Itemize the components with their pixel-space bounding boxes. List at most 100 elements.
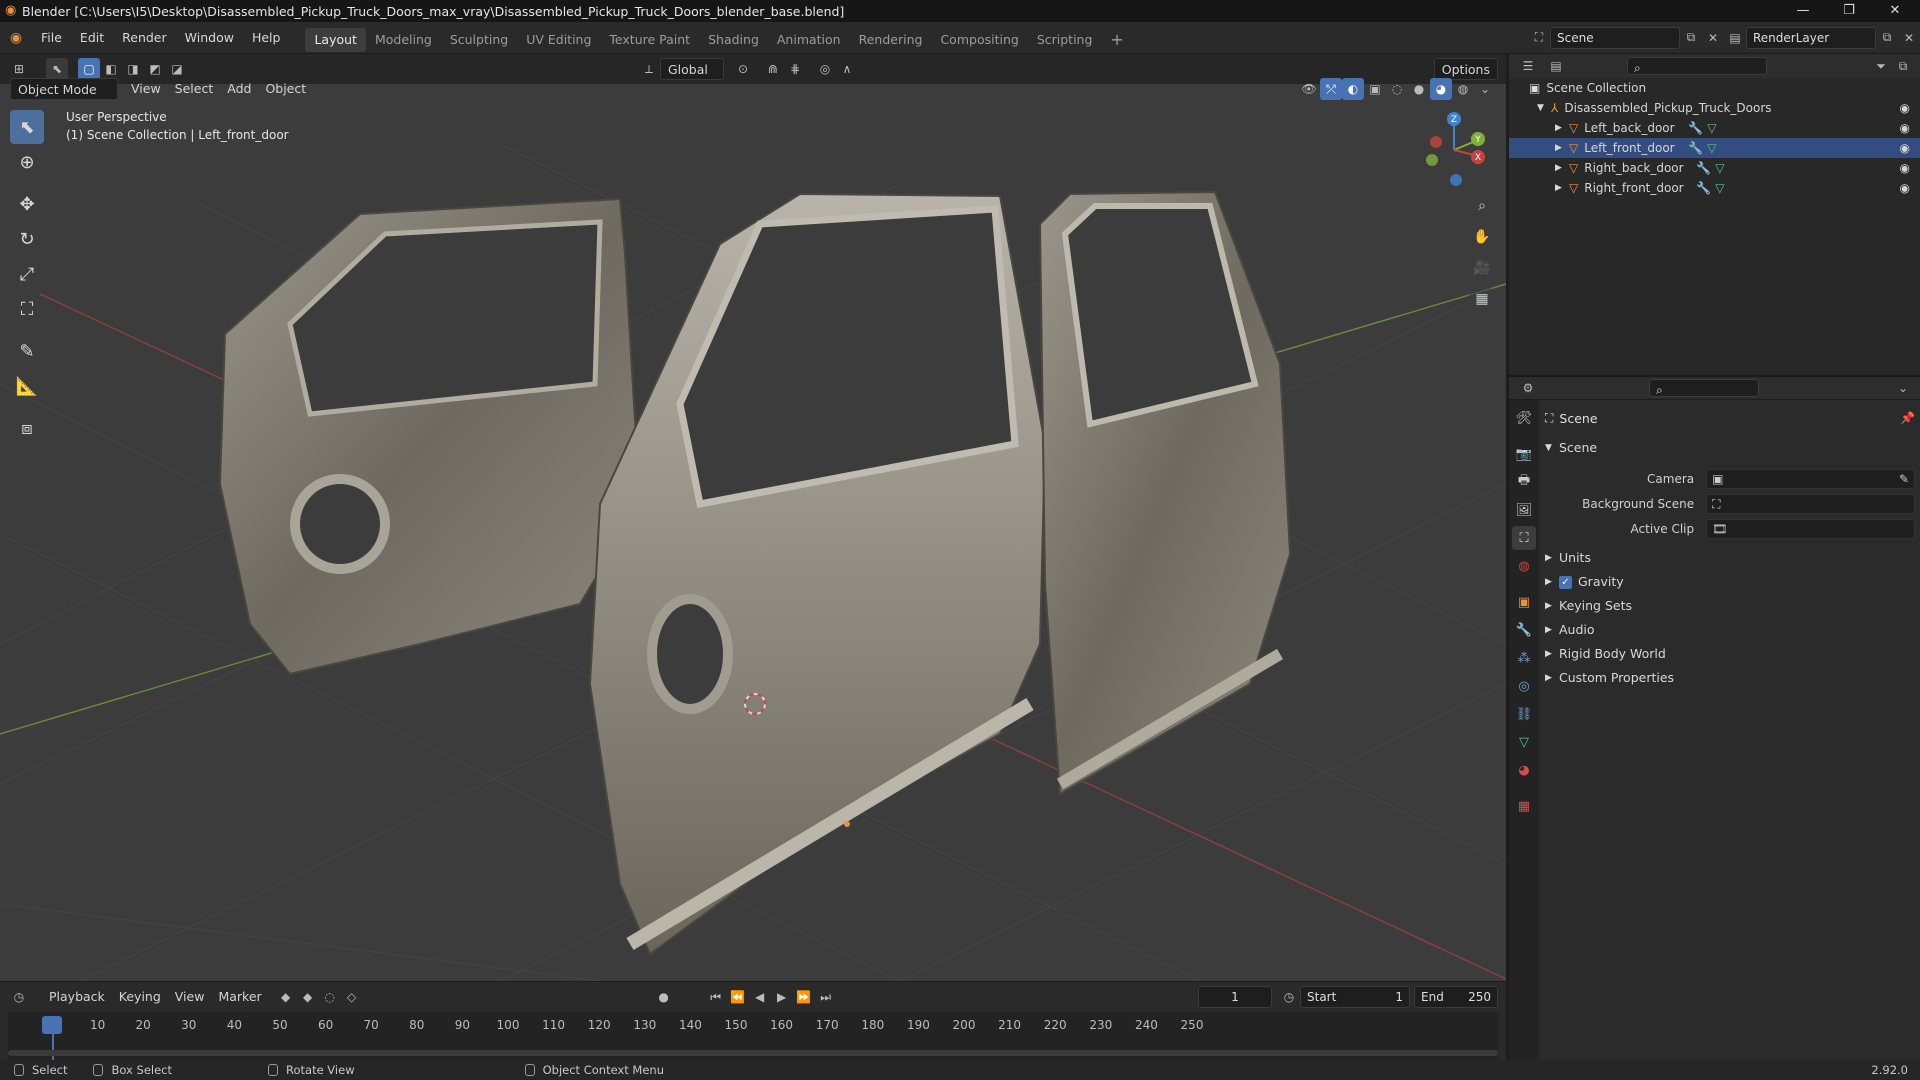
solid-shading-icon[interactable]: ●: [1408, 78, 1430, 100]
move-tool-icon[interactable]: ✥: [10, 187, 44, 221]
delete-scene-icon[interactable]: ✕: [1702, 27, 1724, 49]
menu-help[interactable]: Help: [243, 22, 290, 54]
jump-start-icon[interactable]: ⏮: [705, 986, 727, 1008]
render-tab-icon[interactable]: 📷: [1512, 442, 1536, 466]
timeline-scrubber[interactable]: 1102030405060708090100110120130140150160…: [8, 1012, 1498, 1060]
select-box-tool-icon[interactable]: ⬉: [10, 110, 44, 144]
visibility-eye-icon[interactable]: ◉: [1900, 158, 1910, 178]
scene-icon[interactable]: ⛶: [1528, 27, 1550, 49]
scale-tool-icon[interactable]: ⤢: [10, 257, 44, 291]
filter-icon[interactable]: ⏷: [1870, 55, 1892, 77]
constraints-tab-icon[interactable]: ⛓: [1512, 702, 1536, 726]
navigation-gizmo[interactable]: Z Y X: [1416, 110, 1494, 188]
new-scene-icon[interactable]: ⧉: [1680, 27, 1702, 49]
panel-gravity[interactable]: ▶ ✓ Gravity: [1545, 570, 1915, 594]
outliner-object-row[interactable]: ▶ ▽ Right_back_door 🔧 ▽ ◉: [1509, 158, 1920, 178]
keyframe-next-icon[interactable]: ◆: [297, 986, 319, 1008]
panel-units[interactable]: ▶ Units: [1545, 546, 1915, 570]
visibility-eye-icon[interactable]: ◉: [1900, 118, 1910, 138]
output-tab-icon[interactable]: 🖶: [1512, 470, 1536, 494]
visibility-eye-icon[interactable]: ◉: [1900, 138, 1910, 158]
jump-keyframe-back-icon[interactable]: ⏪: [727, 986, 749, 1008]
tab-sculpting[interactable]: Sculpting: [441, 28, 517, 52]
collapse-arrow-icon[interactable]: ▼: [1537, 98, 1551, 118]
door-mesh-left-back[interactable]: [218, 197, 642, 676]
menu-add[interactable]: Add: [220, 78, 258, 100]
keyframe-prev-icon[interactable]: ◆: [275, 986, 297, 1008]
modifier-wrench-icon[interactable]: 🔧: [1696, 178, 1711, 198]
overlays-toggle-icon[interactable]: ◐: [1342, 78, 1364, 100]
ortho-grid-icon[interactable]: ▦: [1468, 285, 1496, 313]
outliner-scene-collection[interactable]: ▣ Scene Collection: [1509, 78, 1920, 98]
record-icon[interactable]: ●: [653, 986, 675, 1008]
add-cube-tool-icon[interactable]: ⧈: [10, 411, 44, 445]
menu-marker[interactable]: Marker: [211, 986, 268, 1008]
background-scene-field[interactable]: ⛶: [1706, 494, 1915, 514]
visibility-eye-icon[interactable]: ◉: [1900, 178, 1910, 198]
outliner-object-row-active[interactable]: ▶ ▽ Left_front_door 🔧 ▽ ◉: [1509, 138, 1920, 158]
cursor-tool-icon[interactable]: ⊕: [10, 145, 44, 179]
panel-keying-sets[interactable]: ▶ Keying Sets: [1545, 594, 1915, 618]
tab-shading[interactable]: Shading: [699, 28, 768, 52]
modifier-wrench-icon[interactable]: 🔧: [1688, 118, 1703, 138]
view-layer-selector[interactable]: RenderLayer: [1746, 26, 1876, 49]
tab-scripting[interactable]: Scripting: [1028, 28, 1102, 52]
view-layer-tab-icon[interactable]: 🖼: [1512, 498, 1536, 522]
camera-field[interactable]: ▣ ✎: [1706, 469, 1915, 489]
maximize-button[interactable]: ❐: [1826, 0, 1872, 22]
modifiers-tab-icon[interactable]: 🔧: [1512, 618, 1536, 642]
pan-hand-icon[interactable]: ✋: [1468, 223, 1496, 251]
play-icon[interactable]: ▶: [771, 986, 793, 1008]
xray-toggle-icon[interactable]: ▣: [1364, 78, 1386, 100]
expand-arrow-icon[interactable]: ▶: [1555, 138, 1569, 158]
close-button[interactable]: ✕: [1872, 0, 1918, 22]
gravity-checkbox[interactable]: ✓: [1559, 575, 1572, 589]
pin-icon[interactable]: 📌: [1900, 411, 1915, 425]
blender-menu-icon[interactable]: ◉: [0, 30, 32, 46]
mesh-data-icon[interactable]: ▽: [1715, 178, 1724, 198]
menu-render[interactable]: Render: [113, 22, 176, 54]
panel-scene-header[interactable]: ▼ Scene: [1545, 436, 1915, 460]
transform-tool-icon[interactable]: ⛶: [10, 292, 44, 326]
material-shading-icon[interactable]: ◕: [1430, 78, 1452, 100]
outliner-object-row[interactable]: ▶ ▽ Right_front_door 🔧 ▽ ◉: [1509, 178, 1920, 198]
3d-viewport[interactable]: User Perspective (1) Scene Collection | …: [0, 84, 1506, 981]
material-tab-icon[interactable]: ◕: [1512, 758, 1536, 782]
panel-audio[interactable]: ▶ Audio: [1545, 618, 1915, 642]
active-clip-field[interactable]: 🎞: [1706, 519, 1915, 539]
world-tab-icon[interactable]: ◍: [1512, 554, 1536, 578]
add-workspace-icon[interactable]: +: [1101, 28, 1132, 52]
clock-icon[interactable]: ◷: [1278, 986, 1300, 1008]
object-tab-icon[interactable]: ▣: [1512, 590, 1536, 614]
menu-file[interactable]: File: [32, 22, 71, 54]
texture-tab-icon[interactable]: ▦: [1512, 794, 1536, 818]
scene-selector[interactable]: Scene: [1550, 26, 1680, 49]
tab-rendering[interactable]: Rendering: [850, 28, 932, 52]
scene-tab-icon[interactable]: ⛶: [1512, 526, 1536, 550]
shading-options-icon[interactable]: ⌄: [1474, 78, 1496, 100]
eyedropper-icon[interactable]: ✎: [1899, 472, 1909, 486]
properties-search-input[interactable]: ⌕: [1649, 379, 1759, 397]
keyframe-insert-icon[interactable]: ◇: [341, 986, 363, 1008]
current-frame-field[interactable]: 1: [1198, 986, 1272, 1008]
particles-tab-icon[interactable]: ⁂: [1512, 646, 1536, 670]
tab-animation[interactable]: Animation: [768, 28, 850, 52]
mesh-data-icon[interactable]: ▽: [1707, 138, 1716, 158]
door-mesh-right-back[interactable]: [1038, 190, 1292, 796]
mode-dropdown[interactable]: Object Mode: [10, 78, 118, 100]
new-collection-icon[interactable]: ⧉: [1892, 55, 1914, 77]
start-frame-field[interactable]: Start 1: [1300, 986, 1410, 1008]
outliner-collection-row[interactable]: ▼ ⅄ Disassembled_Pickup_Truck_Doors ◉: [1509, 98, 1920, 118]
outliner-search-input[interactable]: ⌕: [1627, 57, 1767, 75]
new-view-layer-icon[interactable]: ⧉: [1876, 27, 1898, 49]
playhead[interactable]: [42, 1016, 62, 1034]
data-tab-icon[interactable]: ▽: [1512, 730, 1536, 754]
outliner-editor-type-icon[interactable]: ☰: [1517, 55, 1539, 77]
modifier-wrench-icon[interactable]: 🔧: [1696, 158, 1711, 178]
mesh-data-icon[interactable]: ▽: [1715, 158, 1724, 178]
expand-arrow-icon[interactable]: ▶: [1555, 158, 1569, 178]
zoom-icon[interactable]: ⌕: [1468, 192, 1496, 220]
tab-modeling[interactable]: Modeling: [366, 28, 441, 52]
keyframe-auto-icon[interactable]: ◌: [319, 986, 341, 1008]
visibility-eye-icon[interactable]: ◉: [1900, 98, 1910, 118]
